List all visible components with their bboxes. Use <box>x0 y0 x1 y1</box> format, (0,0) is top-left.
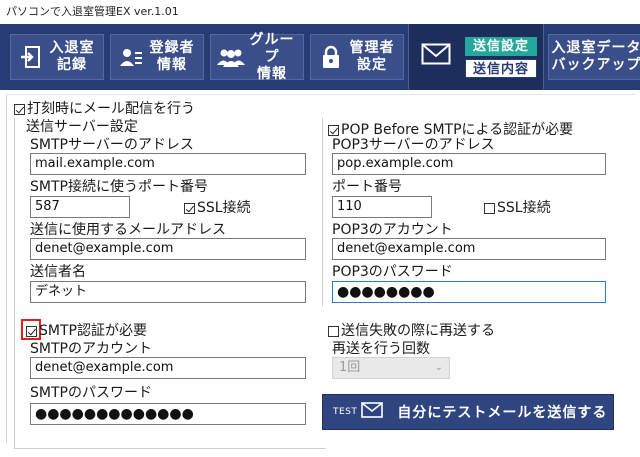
door-exit-icon <box>17 45 45 69</box>
data-backup-button[interactable]: 入退室データ バックアップ <box>548 34 640 80</box>
data-backup-label-2: バックアップ <box>551 57 640 73</box>
admin-settings-button[interactable]: 管理者 設定 <box>310 34 404 80</box>
entry-record-label-1: 入退室 <box>49 40 95 56</box>
smtp-auth-label: SMTP認証が必要 <box>39 323 147 339</box>
smtp-address-input[interactable]: mail.example.com <box>30 153 306 175</box>
pop3-port-input[interactable]: 110 <box>332 196 432 218</box>
smtp-password-label: SMTPのパスワード <box>30 385 152 401</box>
smtp-address-label: SMTPサーバーのアドレス <box>30 137 194 153</box>
registrant-info-button[interactable]: 登録者 情報 <box>110 34 204 80</box>
group-users-icon <box>217 46 245 68</box>
pop3-account-label: POP3のアカウント <box>332 222 453 238</box>
group-info-label-2: 情報 <box>257 65 287 82</box>
smtp-account-label: SMTPのアカウント <box>30 341 152 357</box>
sender-name-label: 送信者名 <box>30 264 86 280</box>
checkbox-checked-icon <box>26 325 37 337</box>
pop3-ssl-label: SSL接続 <box>497 200 551 216</box>
resend-checkbox[interactable]: 送信失敗の際に再送する <box>328 322 495 340</box>
chevron-down-icon: ⌄ <box>434 362 443 373</box>
pop-section-border <box>322 118 323 306</box>
mail-tab-group: 送信設定 送信内容 <box>408 24 544 90</box>
pop3-account-input[interactable]: denet@example.com <box>332 238 606 260</box>
checkbox-unchecked-icon <box>484 202 495 214</box>
pop3-address-label: POP3サーバーのアドレス <box>332 137 495 153</box>
main-toolbar: 入退室 記録 登録者 情報 グループ 情報 管理者 設定 入退室データ バックア… <box>0 24 640 90</box>
data-backup-label-1: 入退室データ <box>551 40 640 56</box>
registrant-info-label-1: 登録者 <box>149 40 195 56</box>
smtp-ssl-checkbox[interactable]: SSL接続 <box>184 199 251 217</box>
smtp-account-input[interactable]: denet@example.com <box>30 357 306 379</box>
checkbox-checked-icon <box>328 124 339 136</box>
tab-send-settings[interactable]: 送信設定 <box>465 37 537 56</box>
lock-icon <box>317 45 345 69</box>
pop3-port-label: ポート番号 <box>332 179 402 195</box>
tab-send-content[interactable]: 送信内容 <box>465 59 537 78</box>
admin-settings-label-1: 管理者 <box>349 40 395 56</box>
smtp-port-label: SMTP接続に使うポート番号 <box>30 179 208 195</box>
group-info-button[interactable]: グループ 情報 <box>210 31 304 82</box>
test-tag: TEST <box>333 407 358 417</box>
user-card-icon <box>117 46 145 68</box>
registrant-info-label-2: 情報 <box>157 57 187 73</box>
admin-settings-label-2: 設定 <box>357 57 387 73</box>
checkbox-checked-icon <box>184 202 195 214</box>
server-section-title: 送信サーバー設定 <box>26 119 138 135</box>
smtp-auth-checkbox[interactable]: SMTP認証が必要 <box>26 322 147 340</box>
smtp-ssl-label: SSL接続 <box>197 200 251 216</box>
resend-count-select[interactable]: 1回 ⌄ <box>332 357 450 379</box>
send-on-stamp-label: 打刻時にメール配信を行う <box>27 101 195 117</box>
smtp-password-input[interactable]: ●●●●●●●●●●●●● <box>30 403 306 425</box>
resend-count-label: 再送を行う回数 <box>332 341 430 357</box>
resend-label: 送信失敗の際に再送する <box>341 323 495 339</box>
resend-count-value: 1回 <box>339 360 361 375</box>
from-address-input[interactable]: denet@example.com <box>30 238 306 260</box>
checkbox-unchecked-icon <box>328 325 339 337</box>
entry-record-button[interactable]: 入退室 記録 <box>10 34 104 80</box>
sender-name-input[interactable]: デネット <box>30 281 306 303</box>
section-border-bottom <box>14 448 326 449</box>
pop3-address-input[interactable]: pop.example.com <box>332 153 606 175</box>
section-border-left <box>14 118 15 448</box>
window-title: パソコンで入退室管理EX ver.1.01 <box>0 0 640 24</box>
checkbox-checked-icon <box>14 103 25 115</box>
pop3-password-input[interactable]: ●●●●●●●● <box>332 281 606 303</box>
entry-record-label-2: 記録 <box>57 57 87 73</box>
send-test-mail-button[interactable]: TEST 自分にテストメールを送信する <box>322 394 614 430</box>
send-on-stamp-checkbox[interactable]: 打刻時にメール配信を行う <box>14 100 195 118</box>
smtp-port-input[interactable]: 587 <box>30 196 130 218</box>
from-address-label: 送信に使用するメールアドレス <box>30 222 226 238</box>
pop3-ssl-checkbox[interactable]: SSL接続 <box>484 199 551 217</box>
mail-icon <box>421 43 451 69</box>
pop3-password-label: POP3のパスワード <box>332 264 453 280</box>
mail-icon <box>361 402 384 422</box>
send-test-mail-label: 自分にテストメールを送信する <box>397 405 608 421</box>
group-info-label-1: グループ <box>249 31 295 65</box>
